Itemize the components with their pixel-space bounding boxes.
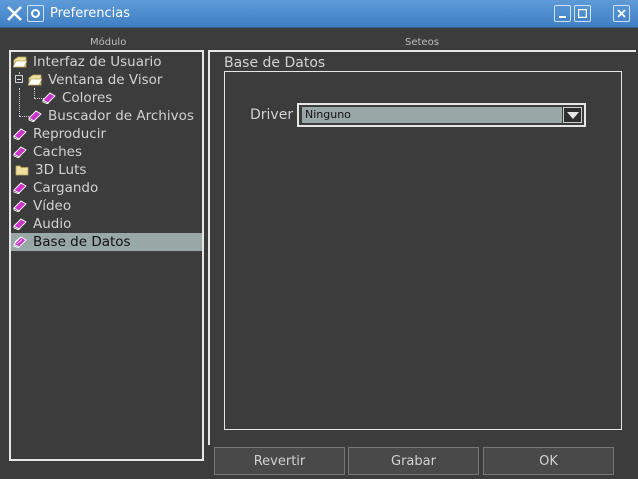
tree-item-label: Reproducir [33, 126, 107, 142]
tree-item-colores[interactable]: Colores [42, 89, 112, 107]
tree-item-3d-luts[interactable]: 3D Luts [15, 161, 86, 179]
tree-item-interfaz[interactable]: Interfaz de Usuario [13, 53, 162, 71]
title-bar[interactable]: Preferencias [0, 0, 638, 28]
window-title: Preferencias [50, 6, 131, 21]
folder-open-icon [13, 56, 27, 68]
tree-item-label: Vídeo [33, 198, 72, 214]
tree-item-buscador[interactable]: Buscador de Archivos [28, 107, 194, 125]
tree-item-base-de-datos[interactable]: Base de Datos [11, 233, 202, 251]
tree-item-label: Base de Datos [33, 234, 131, 250]
driver-dropdown-value: Ninguno [302, 107, 562, 123]
tree-item-caches[interactable]: Caches [13, 143, 82, 161]
ok-button[interactable]: OK [483, 447, 614, 475]
settings-group-label: Seteos [405, 37, 439, 48]
tree-item-label: Audio [33, 216, 72, 232]
folder-open-icon [28, 74, 42, 86]
tree-item-audio[interactable]: Audio [13, 215, 71, 233]
tree-item-label: Cargando [33, 180, 99, 196]
tree-item-label: Colores [62, 90, 113, 106]
tree-item-reproducir[interactable]: Reproducir [13, 125, 106, 143]
tree-connector [19, 88, 20, 116]
chevron-down-icon[interactable] [563, 107, 582, 123]
driver-dropdown[interactable]: Ninguno [297, 103, 586, 127]
tree-item-ventana-visor[interactable]: Ventana de Visor [28, 71, 162, 89]
tree-item-cargando[interactable]: Cargando [13, 179, 98, 197]
tree-item-label: Ventana de Visor [48, 72, 163, 88]
tree-item-label: Caches [33, 144, 83, 160]
module-tree[interactable]: Interfaz de Usuario Ventana de Visor Col… [9, 50, 204, 461]
book-icon [28, 110, 42, 122]
book-icon [13, 218, 27, 230]
app-logo-icon [6, 5, 23, 22]
module-group-label: Módulo [90, 37, 127, 48]
tree-item-label: Interfaz de Usuario [33, 54, 162, 70]
folder-icon [15, 165, 29, 176]
tree-collapse-toggle[interactable] [15, 75, 23, 83]
book-icon [13, 128, 27, 140]
tree-item-label: 3D Luts [35, 162, 87, 178]
maximize-button[interactable] [574, 5, 591, 22]
minimize-button[interactable] [554, 5, 571, 22]
tree-item-video[interactable]: Vídeo [13, 197, 71, 215]
tree-connector [34, 88, 35, 98]
window-menu-icon[interactable] [27, 5, 44, 22]
book-open-icon [13, 236, 27, 248]
save-button[interactable]: Grabar [348, 447, 479, 475]
close-button[interactable] [613, 5, 630, 22]
book-icon [13, 182, 27, 194]
driver-label: Driver [250, 107, 294, 123]
book-icon [42, 92, 56, 104]
revert-button[interactable]: Revertir [214, 447, 345, 475]
book-icon [13, 146, 27, 158]
book-icon [13, 200, 27, 212]
tree-item-label: Buscador de Archivos [48, 108, 194, 124]
section-title: Base de Datos [224, 55, 326, 71]
